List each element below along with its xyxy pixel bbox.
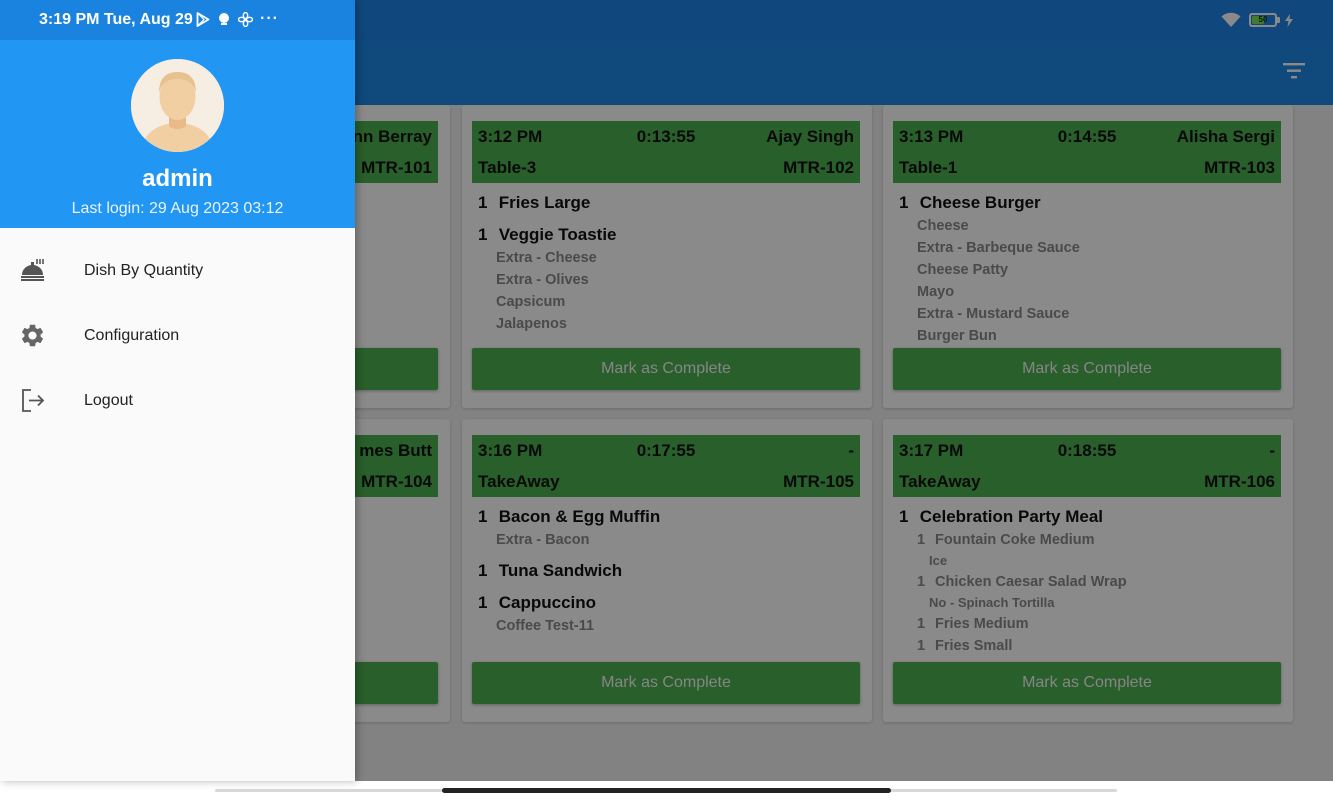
menu-item-label: Configuration (84, 327, 180, 344)
status-clock: 3:19 PM Tue, Aug 29 (39, 11, 193, 28)
user-avatar-icon (131, 59, 224, 152)
drawer-status-bar: 3:19 PM Tue, Aug 29 ··· (0, 0, 355, 40)
dish-icon (21, 259, 44, 281)
home-gesture-handle[interactable] (442, 788, 891, 793)
menu-item-label: Logout (84, 392, 133, 409)
gear-icon (21, 324, 44, 347)
last-login-text: Last login: 29 Aug 2023 03:12 (71, 200, 284, 217)
avatar (131, 59, 224, 152)
user-name: admin (142, 165, 213, 192)
notification-dot-icon (219, 13, 229, 25)
fan-icon (238, 11, 253, 27)
menu-item-logout[interactable]: Logout (0, 368, 355, 433)
navigation-drawer: 3:19 PM Tue, Aug 29 ··· admin Last login… (0, 0, 355, 781)
logout-icon (22, 389, 45, 412)
drawer-header: admin Last login: 29 Aug 2023 03:12 (0, 40, 355, 228)
drawer-menu: Dish By Quantity Configuration Logout (0, 238, 355, 433)
menu-item-label: Dish By Quantity (84, 262, 204, 279)
menu-item-configuration[interactable]: Configuration (0, 303, 355, 368)
status-notification-icons: ··· (196, 11, 279, 27)
status-overflow-icon: ··· (260, 10, 279, 27)
menu-item-dish-by-quantity[interactable]: Dish By Quantity (0, 238, 355, 303)
play-store-icon (196, 11, 210, 27)
